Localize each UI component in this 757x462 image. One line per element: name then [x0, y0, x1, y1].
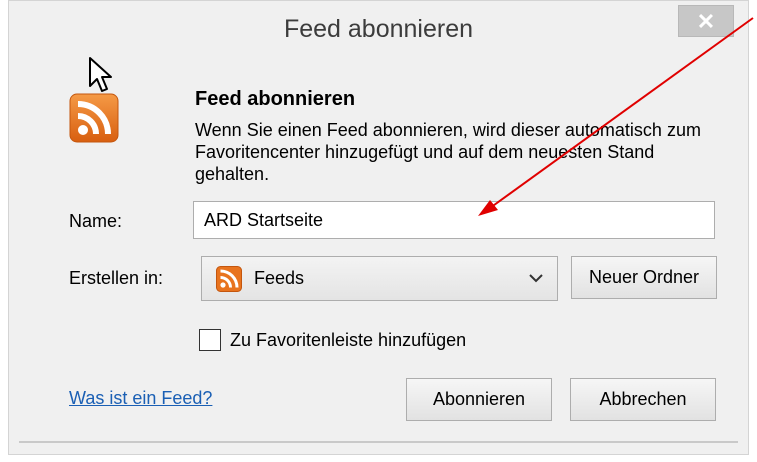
- dialog-heading: Feed abonnieren: [195, 88, 356, 110]
- feed-name-input[interactable]: [193, 201, 715, 239]
- chevron-down-icon: [529, 274, 543, 283]
- favorites-bar-checkbox-label[interactable]: Zu Favoritenleiste hinzufügen: [230, 330, 466, 351]
- create-in-value: Feeds: [254, 268, 305, 288]
- favorites-bar-checkbox[interactable]: [199, 329, 221, 351]
- dialog-description: Wenn Sie einen Feed abonnieren, wird die…: [195, 120, 701, 184]
- title-bar[interactable]: Feed abonnieren ✕: [9, 1, 748, 65]
- bottom-divider: [19, 441, 738, 443]
- create-in-label: Erstellen in:: [69, 268, 164, 288]
- window-title: Feed abonnieren: [283, 15, 474, 43]
- what-is-feed-link[interactable]: Was ist ein Feed?: [69, 388, 212, 409]
- subscribe-feed-dialog: Feed abonnieren ✕ Feed abonnieren Wenn S…: [8, 0, 749, 455]
- name-label: Name:: [69, 211, 123, 231]
- mouse-pointer-icon: [89, 57, 112, 92]
- cancel-button[interactable]: Abbrechen: [570, 378, 716, 421]
- rss-feed-icon: [216, 266, 242, 292]
- create-in-dropdown[interactable]: Feeds: [201, 256, 558, 301]
- close-icon: ✕: [696, 9, 716, 34]
- close-button[interactable]: ✕: [678, 5, 734, 37]
- subscribe-button[interactable]: Abonnieren: [406, 378, 552, 421]
- rss-feed-icon: [69, 93, 119, 143]
- new-folder-button[interactable]: Neuer Ordner: [571, 256, 717, 299]
